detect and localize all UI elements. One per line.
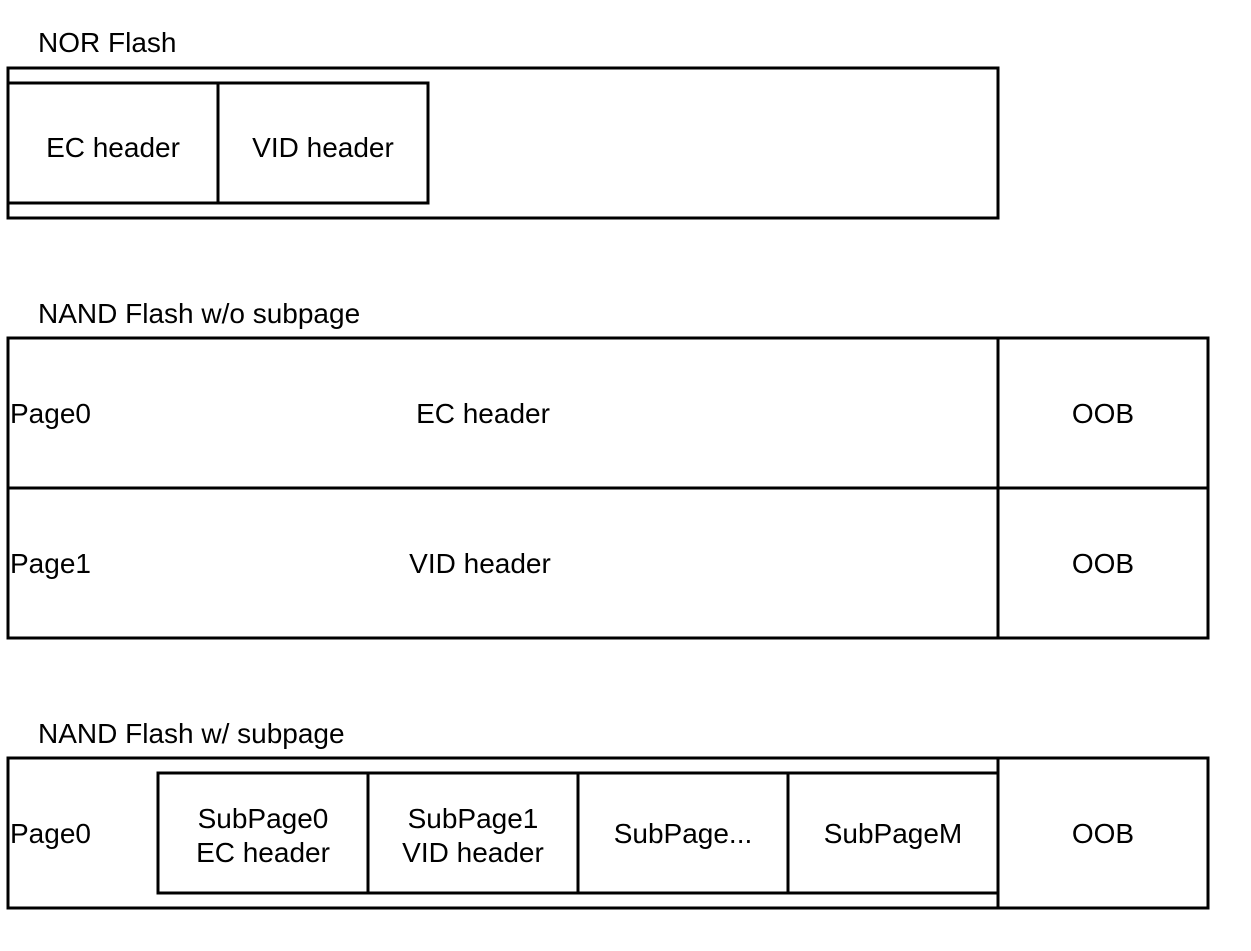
page1-content: VID header xyxy=(409,548,551,579)
subpage1-content: VID header xyxy=(402,837,544,868)
nand-subpage-title: NAND Flash w/ subpage xyxy=(38,718,345,749)
subpage-ellipsis: SubPage... xyxy=(614,818,753,849)
nor-ec-header: EC header xyxy=(46,132,180,163)
nor-vid-header: VID header xyxy=(252,132,394,163)
flash-layout-diagram: NOR Flash EC header VID header NAND Flas… xyxy=(6,27,1210,910)
page1-label: Page1 xyxy=(10,548,91,579)
subpage-m: SubPageM xyxy=(824,818,963,849)
subpage-oob: OOB xyxy=(1072,818,1134,849)
page0-content: EC header xyxy=(416,398,550,429)
nand-subpage-group: NAND Flash w/ subpage Page0 SubPage0 EC … xyxy=(6,718,1210,910)
subpage0-content: EC header xyxy=(196,837,330,868)
page0-oob: OOB xyxy=(1072,398,1134,429)
subpage-page0-label: Page0 xyxy=(10,818,91,849)
subpage1-title: SubPage1 xyxy=(408,803,539,834)
nor-flash-title: NOR Flash xyxy=(38,27,176,58)
nand-no-subpage-title: NAND Flash w/o subpage xyxy=(38,298,360,329)
nor-flash-group: NOR Flash EC header VID header xyxy=(6,27,1000,220)
page0-label: Page0 xyxy=(10,398,91,429)
subpage0-title: SubPage0 xyxy=(198,803,329,834)
page1-oob: OOB xyxy=(1072,548,1134,579)
nand-no-subpage-group: NAND Flash w/o subpage Page0 EC header O… xyxy=(6,298,1210,640)
nand-subpage-block xyxy=(6,756,1210,910)
